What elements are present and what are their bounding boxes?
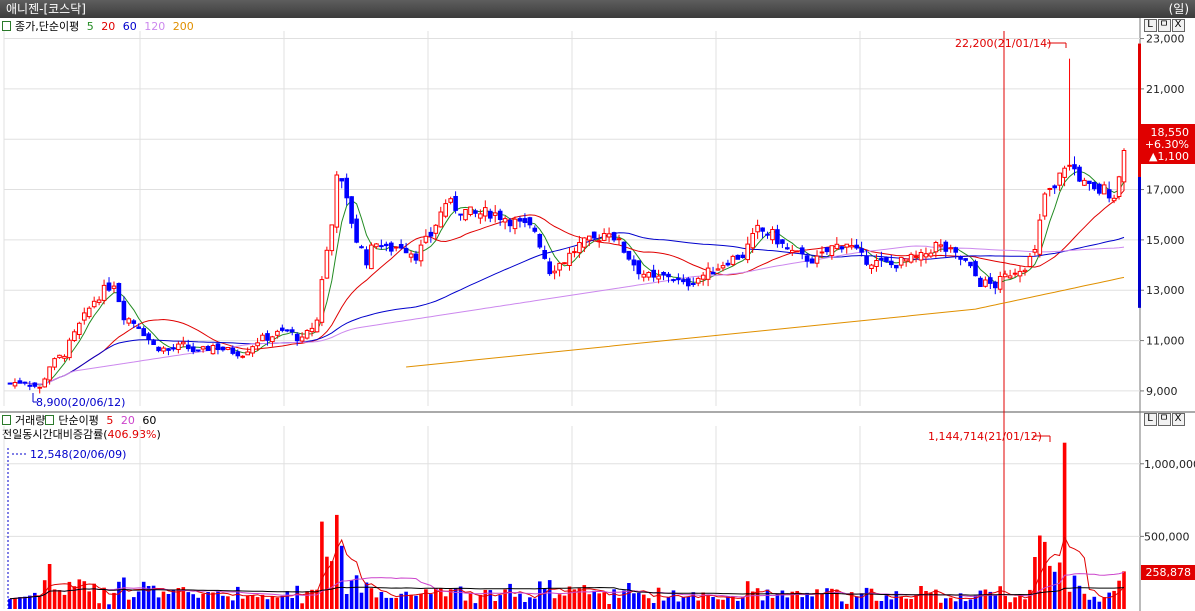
checkbox-icon[interactable] — [2, 415, 11, 425]
price-legend-title: 종가,단순이평 — [15, 20, 80, 33]
pane-restore-button[interactable]: L — [1144, 19, 1157, 32]
ma200-label[interactable]: 200 — [173, 20, 194, 33]
ma60-label[interactable]: 60 — [123, 20, 137, 33]
ma5-label[interactable]: 5 — [87, 20, 94, 33]
pane-close-button[interactable]: X — [1172, 413, 1185, 426]
volume-legend: 거래량 단순이평 5 20 60 — [2, 414, 160, 427]
checkbox-icon[interactable] — [45, 415, 55, 425]
price-pane-buttons: LㅁX — [1143, 19, 1185, 32]
window-title: 애니젠-[코스닥] — [6, 2, 86, 16]
pane-maximize-button[interactable]: ㅁ — [1158, 413, 1171, 426]
pane-maximize-button[interactable]: ㅁ — [1158, 19, 1171, 32]
pane-restore-button[interactable]: L — [1144, 413, 1157, 426]
period-label[interactable]: (일) — [1169, 0, 1189, 18]
volume-ma-title: 단순이평 — [58, 414, 99, 427]
volume-legend-title: 거래량 — [15, 414, 46, 427]
volume-pane-buttons: LㅁX — [1143, 413, 1185, 426]
price-pane: 종가,단순이평 5 20 60 120 200 LㅁX — [0, 18, 1195, 412]
volume-subtitle-close: ) — [156, 428, 161, 441]
vol-ma60-label[interactable]: 60 — [142, 414, 156, 427]
volume-subtitle-text: 전일동시간대비증감률( — [2, 428, 108, 441]
pane-close-button[interactable]: X — [1172, 19, 1185, 32]
volume-subtitle-value: 406.93% — [107, 428, 157, 441]
vol-ma20-label[interactable]: 20 — [121, 414, 135, 427]
vol-ma5-label[interactable]: 5 — [106, 414, 113, 427]
volume-subtitle: 전일동시간대비증감률(406.93%) — [2, 428, 165, 441]
ma20-label[interactable]: 20 — [101, 20, 115, 33]
volume-pane: 거래량 단순이평 5 20 60 전일동시간대비증감률(406.93%) LㅁX — [0, 412, 1195, 611]
ma120-label[interactable]: 120 — [144, 20, 165, 33]
checkbox-icon[interactable] — [2, 21, 11, 31]
price-legend: 종가,단순이평 5 20 60 120 200 — [2, 20, 198, 33]
window-titlebar: 애니젠-[코스닥] (일) — [0, 0, 1195, 18]
